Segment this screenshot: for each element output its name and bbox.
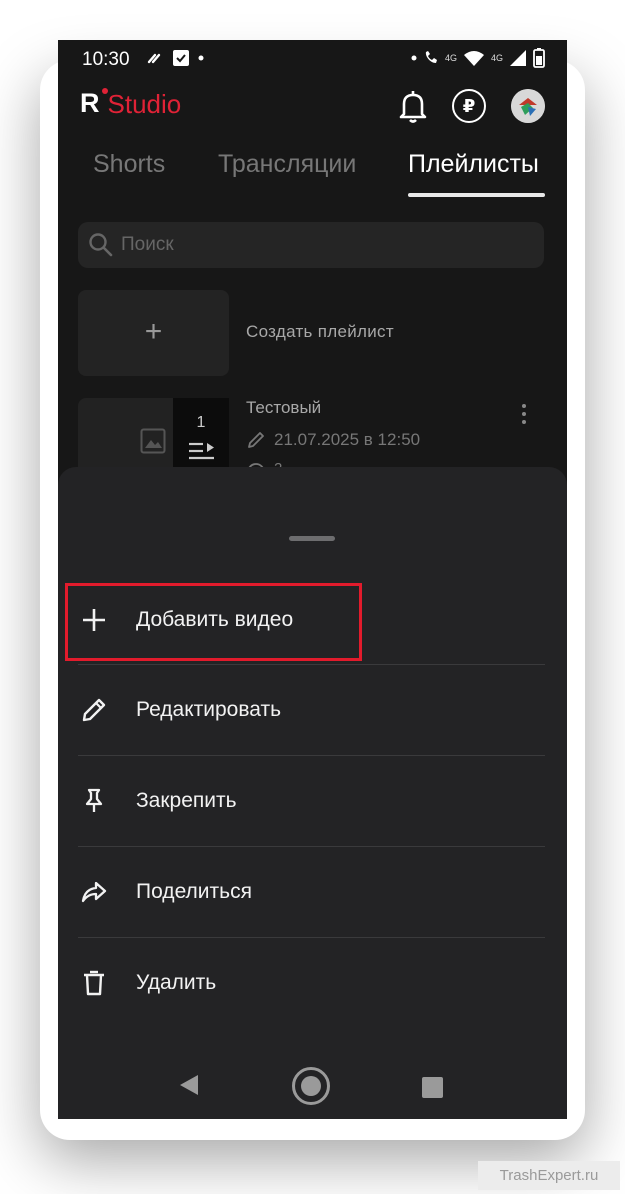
pencil-icon [248, 432, 264, 448]
playlist-queue-icon [189, 442, 214, 460]
watermark: TrashExpert.ru [478, 1161, 620, 1190]
trash-icon [84, 970, 104, 996]
logo-dot [102, 88, 108, 94]
link-icon [147, 53, 161, 64]
signal-icon [510, 50, 526, 66]
menu-pin-label: Закрепить [136, 789, 237, 812]
image-placeholder-icon [140, 428, 166, 454]
wallet-button[interactable]: ₽ [452, 89, 486, 123]
playlist-date: 21.07.2025 в 12:50 [274, 430, 421, 449]
create-playlist-label[interactable]: Создать плейлист [246, 322, 394, 342]
search-icon [89, 233, 113, 257]
logo-text: Studio [107, 89, 182, 119]
home-icon[interactable] [291, 1066, 331, 1106]
create-playlist-button[interactable]: + [78, 290, 229, 376]
status-time: 10:30 [82, 49, 130, 70]
status-left-icons [146, 49, 204, 67]
pencil-icon [82, 698, 106, 722]
search-placeholder: Поиск [121, 234, 174, 255]
app-bar: R Studio ₽ [58, 80, 567, 136]
menu-delete[interactable]: Удалить [58, 938, 567, 1028]
app-logo[interactable]: R Studio [80, 88, 182, 119]
phone-screen: 10:30 4G 4G R Studio ₽ Shorts Трансляции… [58, 40, 567, 1119]
menu-edit-label: Редактировать [136, 698, 282, 721]
tab-broadcasts[interactable]: Трансляции [218, 150, 356, 179]
tab-shorts[interactable]: Shorts [93, 150, 165, 179]
avatar[interactable] [511, 89, 545, 123]
sheet-drag-handle[interactable] [289, 536, 335, 541]
status-right-icons: 4G 4G [411, 48, 545, 68]
network-label: 4G [444, 53, 457, 63]
highlight-frame [65, 583, 362, 661]
active-tab-indicator [408, 193, 545, 197]
check-box-icon [173, 50, 189, 66]
wifi-icon [463, 51, 484, 66]
menu-pin[interactable]: Закрепить [58, 756, 567, 846]
menu-edit[interactable]: Редактировать [58, 665, 567, 755]
more-options-icon[interactable] [522, 404, 526, 424]
network-label: 4G [490, 53, 503, 63]
menu-delete-label: Удалить [136, 971, 217, 994]
status-bar: 10:30 4G 4G [58, 40, 567, 80]
call-icon [425, 51, 437, 63]
battery-icon [533, 48, 545, 68]
playlist-date-row: 21.07.2025 в 12:50 [246, 430, 420, 450]
avatar-image-icon [511, 89, 545, 123]
tab-playlists[interactable]: Плейлисты [408, 150, 539, 179]
bottom-sheet: Добавить видео Редактировать Закрепить П… [58, 467, 567, 1119]
system-nav-bar [58, 1042, 567, 1119]
bell-icon [399, 91, 427, 123]
tab-bar: Shorts Трансляции Плейлисты [58, 136, 567, 198]
menu-share[interactable]: Поделиться [58, 847, 567, 937]
playlist-video-count: 1 [196, 414, 206, 431]
recent-apps-icon[interactable] [422, 1077, 443, 1098]
playlist-title[interactable]: Тестовый [246, 398, 321, 418]
dot-icon [198, 55, 204, 61]
notifications-button[interactable] [398, 90, 428, 129]
back-icon[interactable] [179, 1074, 199, 1096]
logo-letter: R [80, 88, 100, 118]
search-field[interactable]: Поиск [78, 222, 544, 268]
dot-icon [411, 55, 417, 61]
pin-icon [85, 788, 103, 812]
share-icon [81, 881, 107, 903]
menu-share-label: Поделиться [136, 880, 252, 903]
